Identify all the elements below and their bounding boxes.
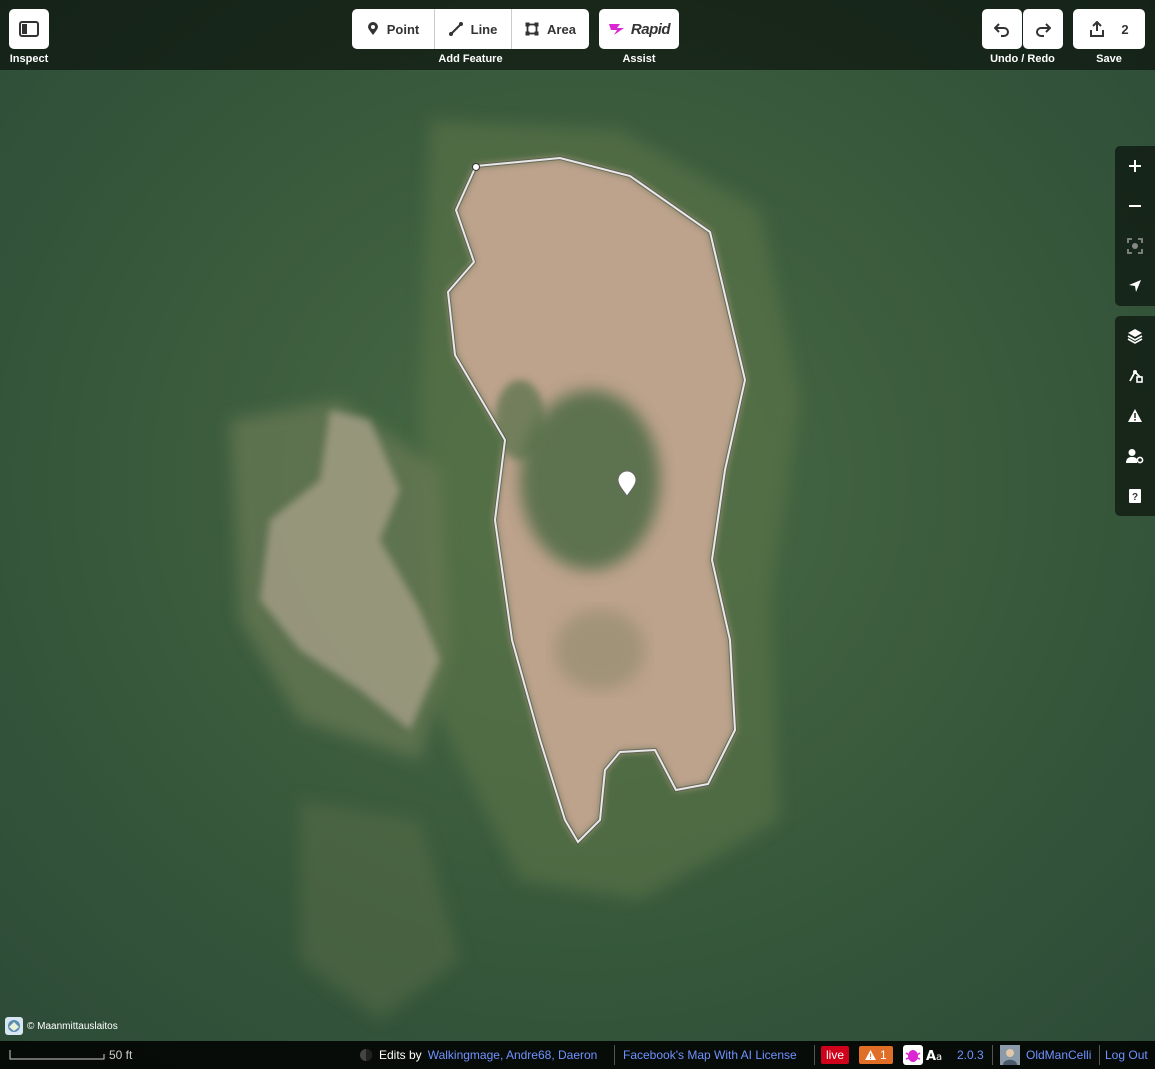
rapid-logo-icon [608,24,624,35]
edits-by: Edits by Walkingmage, Andre68, Daeron [359,1041,597,1069]
add-feature-group: Point Line Area [352,9,589,49]
zoom-selection-icon [1127,238,1143,254]
undo-icon [994,23,1009,37]
add-line-button[interactable]: Line [434,9,511,49]
imagery-attribution: © Maanmittauslaitos [5,1016,118,1036]
rapid-label: Rapid [630,20,671,38]
inspect-button[interactable] [9,9,49,49]
version-link[interactable]: 2.0.3 [957,1041,984,1069]
map-canvas[interactable] [0,0,1155,1069]
point-icon [367,22,378,35]
attribution-text: © Maanmittauslaitos [27,1020,118,1032]
undo-button[interactable] [982,9,1022,49]
location-arrow-icon [1129,280,1141,292]
bug-report-button[interactable] [903,1041,923,1069]
area-icon [525,22,539,36]
license-link[interactable]: Facebook's Map With AI License [623,1041,797,1069]
map-data-icon [1129,370,1143,383]
add-area-button[interactable]: Area [511,9,589,49]
logout-link[interactable]: Log Out [1105,1041,1148,1069]
zoom-to-selection-button[interactable] [1115,226,1155,266]
map-controls [1115,146,1155,306]
user-gear-icon [1126,449,1144,464]
user-link[interactable]: OldManCelli [1000,1041,1091,1069]
translate-button[interactable]: A a [926,1041,948,1069]
background-panel-button[interactable] [1115,316,1155,356]
history-spinner-icon [360,1049,372,1061]
scale-label: 50 ft [109,1048,133,1062]
add-point-button[interactable]: Point [352,9,434,49]
panel-controls: ? [1115,316,1155,516]
upload-icon [1090,21,1105,37]
redo-icon [1036,23,1051,37]
live-badge[interactable]: live [821,1041,850,1069]
warning-icon [1128,409,1142,422]
footer-bar: 50 ft Edits by Walkingmage, Andre68, Dae… [0,1041,1155,1069]
save-button[interactable]: 2 [1073,9,1145,49]
rapid-button[interactable]: Rapid [599,9,679,49]
scale-bar[interactable]: 50 ft [9,1041,132,1069]
line-icon [448,22,463,36]
svg-text:?: ? [1132,492,1138,503]
zoom-out-button[interactable] [1115,186,1155,226]
svg-text:A: A [926,1049,936,1062]
add-feature-caption: Add Feature [438,53,503,65]
help-panel-button[interactable]: ? [1115,476,1155,516]
issues-badge[interactable]: 1 [859,1041,893,1069]
zoom-in-button[interactable] [1115,146,1155,186]
save-count: 2 [1121,21,1129,37]
plus-icon [1129,160,1141,172]
save-caption: Save [1096,53,1122,65]
issues-panel-button[interactable] [1115,396,1155,436]
editors-link[interactable]: Walkingmage, Andre68, Daeron [428,1048,598,1062]
scale-line-icon [9,1050,105,1060]
map-data-panel-button[interactable] [1115,356,1155,396]
satellite-imagery [0,0,1155,1069]
sidebar-toggle-icon [19,21,39,37]
inspect-caption: Inspect [9,53,49,65]
warning-small-icon [865,1050,876,1060]
svg-text:a: a [936,1052,942,1062]
imagery-provider-logo-icon [5,1017,23,1035]
layers-icon [1127,329,1143,344]
translate-icon: A a [926,1049,942,1062]
redo-button[interactable] [1023,9,1063,49]
assist-caption: Assist [622,53,656,65]
preferences-panel-button[interactable] [1115,436,1155,476]
geolocate-button[interactable] [1115,266,1155,306]
bug-icon [903,1045,923,1065]
help-icon: ? [1129,489,1141,503]
avatar [1000,1045,1020,1065]
minus-icon [1129,205,1141,207]
undo-redo-caption: Undo / Redo [990,53,1055,65]
